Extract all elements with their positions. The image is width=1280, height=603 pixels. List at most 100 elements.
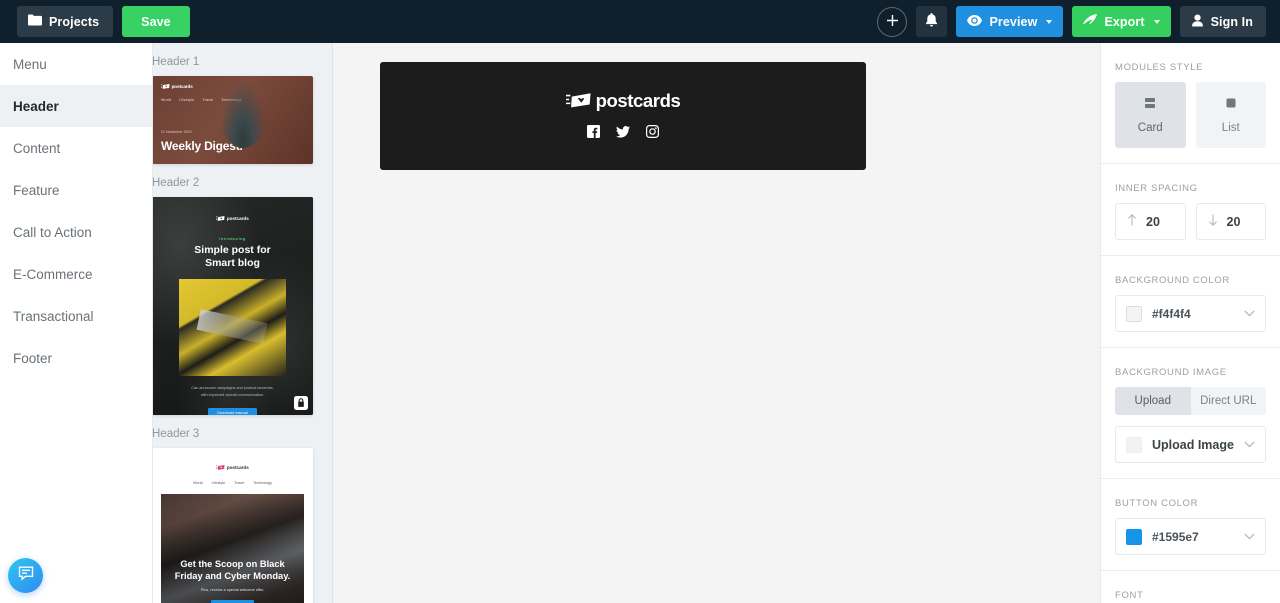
- arrow-up-icon: [1127, 214, 1137, 229]
- inner-spacing-bottom-input[interactable]: 20: [1195, 203, 1266, 240]
- sidebar-item-header[interactable]: Header: [0, 85, 152, 127]
- editor-canvas[interactable]: postcards: [333, 43, 1100, 603]
- nav-item: Technology: [253, 481, 272, 485]
- postcards-logo-icon: postcards: [216, 465, 249, 470]
- toolbar-left-group: Projects Save: [0, 6, 190, 37]
- nav-item: Travel: [202, 98, 214, 102]
- sidebar-item-menu[interactable]: Menu: [0, 43, 152, 85]
- user-icon: [1191, 14, 1204, 30]
- background-color-field[interactable]: #f4f4f4: [1115, 295, 1266, 332]
- chevron-down-icon[interactable]: [1244, 439, 1255, 451]
- tab-upload[interactable]: Upload: [1115, 387, 1191, 415]
- thumbnail-hero-image: Get the Scoop on Black Friday and Cyber …: [161, 494, 304, 603]
- desc-line-2: with improved overall communication.: [200, 392, 265, 397]
- sidebar-item-call-to-action[interactable]: Call to Action: [0, 211, 152, 253]
- postcards-logo-icon: postcards: [565, 89, 681, 112]
- projects-button[interactable]: Projects: [17, 6, 114, 37]
- sidebar-item-feature[interactable]: Feature: [0, 169, 152, 211]
- title-line-1: Get the Scoop on Black: [180, 559, 285, 570]
- thumbnail-title: Get the Scoop on Black Friday and Cyber …: [161, 558, 304, 582]
- nav-item: Lifestyle: [179, 98, 195, 102]
- eye-icon: [967, 14, 983, 29]
- thumbnail-title: Weekly Digest.: [161, 139, 243, 153]
- modules-style-list-label: List: [1221, 122, 1240, 134]
- background-image-label: BACKGROUND IMAGE: [1115, 367, 1227, 378]
- sidebar-item-transactional[interactable]: Transactional: [0, 295, 152, 337]
- modules-style-label: MODULES STYLE: [1115, 62, 1204, 73]
- title-line-2: Smart blog: [205, 257, 260, 270]
- chevron-down-icon[interactable]: [1244, 308, 1255, 320]
- inner-spacing-top-value: 20: [1146, 214, 1160, 229]
- title-line-2: Friday and Cyber Monday.: [174, 571, 291, 582]
- thumbnail-subtitle: Plus, receive a special welcome offer.: [200, 587, 265, 592]
- modules-style-card-label: Card: [1137, 122, 1163, 134]
- toolbar-right-group: Preview Export Sign In: [877, 6, 1280, 37]
- nav-item: Travel: [234, 481, 245, 485]
- thumbnail-card-header-3[interactable]: postcards World Lifestyle Travel Technol…: [152, 448, 313, 603]
- button-color-section: BUTTON COLOR #1595e7: [1101, 479, 1280, 555]
- thumbnail-label: Header 2: [152, 177, 200, 189]
- thumbnail-date: 21 November 2019: [161, 130, 192, 134]
- modules-style-list-option[interactable]: List: [1195, 82, 1266, 148]
- background-color-swatch[interactable]: [1126, 305, 1142, 322]
- chevron-down-icon: [1046, 19, 1053, 24]
- upload-image-field[interactable]: Upload Image: [1115, 426, 1266, 463]
- folder-icon: [28, 14, 42, 29]
- instagram-icon[interactable]: [646, 124, 660, 143]
- postcards-logo-icon: postcards: [216, 216, 249, 221]
- chevron-down-icon[interactable]: [1244, 531, 1255, 543]
- tab-direct-url[interactable]: Direct URL: [1190, 387, 1266, 415]
- desc-line-1: Can announce campaigns and product launc…: [191, 385, 274, 390]
- projects-label: Projects: [49, 14, 100, 29]
- sign-in-button[interactable]: Sign In: [1179, 6, 1266, 37]
- thumbnail-nav: World Lifestyle Travel Technology: [161, 98, 242, 102]
- brand-text: postcards: [171, 84, 193, 89]
- thumbnail-preview: postcards World Lifestyle Travel Technol…: [152, 76, 313, 164]
- sidebar-item-content[interactable]: Content: [0, 127, 152, 169]
- category-sidebar: Menu Header Content Feature Call to Acti…: [0, 43, 153, 603]
- chevron-down-icon: [1153, 19, 1160, 24]
- notifications-button[interactable]: [916, 6, 948, 37]
- background-image-section: BACKGROUND IMAGE Upload Direct URL Uploa…: [1101, 348, 1280, 463]
- background-color-label: BACKGROUND COLOR: [1115, 275, 1230, 286]
- export-button[interactable]: Export: [1072, 6, 1171, 37]
- thumbnail-preview: postcards Introducing Simple post for Sm…: [152, 197, 313, 415]
- thumbnail-description: Can announce campaigns and product launc…: [152, 385, 313, 399]
- modules-style-card-option[interactable]: Card: [1115, 82, 1186, 148]
- header-module-preview[interactable]: postcards: [380, 62, 866, 170]
- card-layout-icon: [1142, 96, 1158, 113]
- twitter-icon[interactable]: [616, 125, 630, 143]
- inner-spacing-label: INNER SPACING: [1115, 183, 1198, 194]
- button-color-field[interactable]: #1595e7: [1115, 518, 1266, 555]
- brand-text: postcards: [595, 89, 681, 111]
- bell-icon: [925, 13, 938, 30]
- title-line-1: Simple post for: [194, 244, 271, 256]
- background-color-value: #f4f4f4: [1152, 306, 1191, 321]
- button-color-swatch[interactable]: [1126, 528, 1142, 545]
- thumbnail-preview: postcards World Lifestyle Travel Technol…: [152, 448, 313, 603]
- font-label: FONT: [1115, 590, 1144, 601]
- preview-label: Preview: [989, 14, 1038, 29]
- inner-spacing-top-input[interactable]: 20: [1115, 203, 1186, 240]
- thumbnail-card-header-2[interactable]: postcards Introducing Simple post for Sm…: [152, 197, 313, 415]
- chat-bubble-icon: [17, 564, 35, 587]
- thumbnail-cta-button: Sign Up Now: [211, 599, 254, 603]
- thumbnail-card-header-1[interactable]: postcards World Lifestyle Travel Technol…: [152, 76, 313, 164]
- preview-button[interactable]: Preview: [956, 6, 1064, 37]
- upload-image-thumb: [1126, 436, 1142, 453]
- save-button[interactable]: Save: [122, 6, 190, 37]
- arrow-down-icon: [1208, 214, 1218, 229]
- share-arrow-icon: [1083, 13, 1098, 30]
- sidebar-item-footer[interactable]: Footer: [0, 337, 152, 379]
- font-section: FONT: [1101, 571, 1280, 603]
- facebook-icon[interactable]: [587, 124, 600, 143]
- background-image-source-tabs: Upload Direct URL: [1115, 387, 1266, 415]
- postcards-logo-icon: postcards: [161, 84, 193, 89]
- nav-item: Technology: [221, 98, 242, 102]
- nav-item: World: [193, 481, 203, 485]
- chat-support-button[interactable]: [8, 558, 43, 593]
- sign-in-label: Sign In: [1210, 14, 1253, 29]
- nav-item: Lifestyle: [211, 481, 226, 485]
- add-button[interactable]: [877, 6, 908, 37]
- sidebar-item-e-commerce[interactable]: E-Commerce: [0, 253, 152, 295]
